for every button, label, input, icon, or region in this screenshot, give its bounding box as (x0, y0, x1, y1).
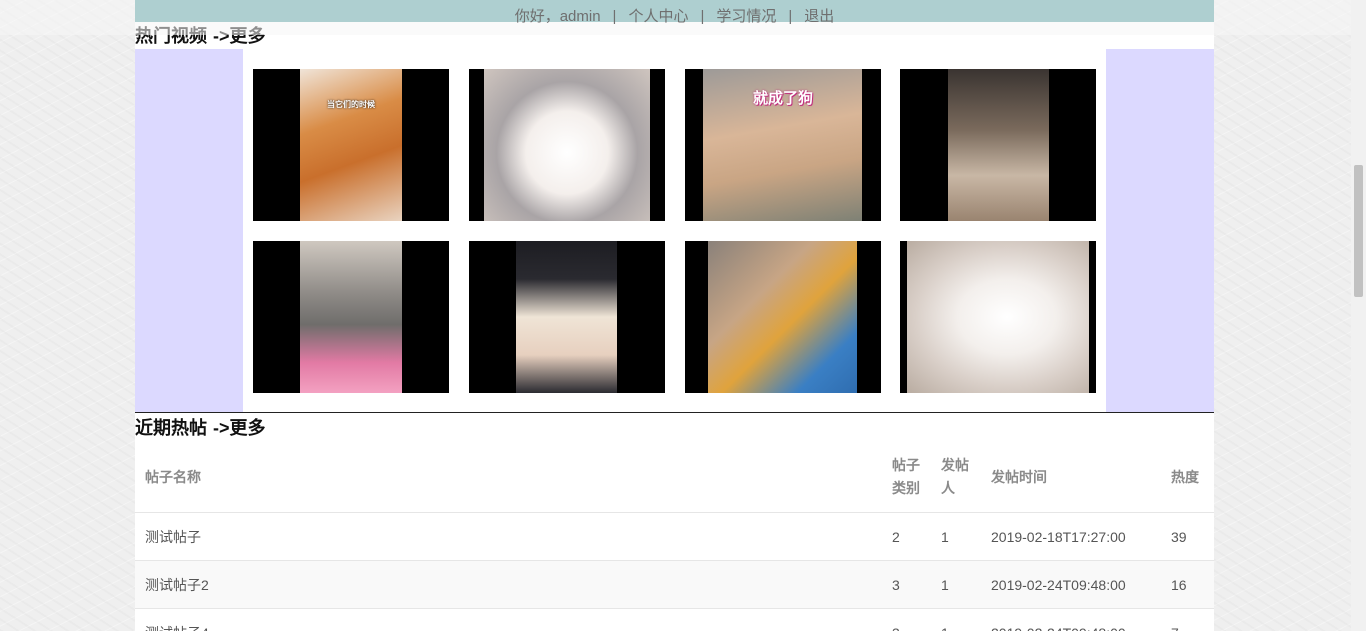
video-caption: 就成了狗 (752, 90, 813, 107)
page-container: 热门视频 ->更多 当它们的时候 就成了狗 近期热帖 ->更多 帖子名称 帖子类… (135, 0, 1214, 631)
personal-center-link[interactable]: 个人中心 (628, 6, 688, 28)
video-grid: 当它们的时候 就成了狗 (243, 49, 1106, 412)
post-name-cell[interactable]: 测试帖子2 (135, 560, 882, 609)
top-navigation-bar: 你好，admin | 个人中心 | 学习情况 | 退出 (0, 0, 1351, 35)
video-card[interactable] (469, 69, 665, 221)
nav-separator: | (612, 8, 617, 25)
post-category-cell: 3 (882, 608, 931, 631)
vertical-scrollbar[interactable] (1351, 0, 1366, 631)
video-caption: 当它们的时候 (327, 100, 375, 109)
post-time-cell: 2019-02-24T09:48:00 (981, 608, 1161, 631)
hot-videos-band: 当它们的时候 就成了狗 (135, 49, 1214, 412)
video-thumbnail (484, 69, 650, 221)
study-status-link[interactable]: 学习情况 (716, 6, 776, 28)
video-thumbnail (300, 241, 402, 393)
nav-separator: | (788, 8, 793, 25)
table-header-row: 帖子名称 帖子类别 发帖人 发帖时间 热度 (135, 442, 1214, 513)
post-heat-cell: 39 (1161, 512, 1214, 561)
post-author-cell: 1 (931, 608, 981, 631)
video-thumbnail (300, 69, 402, 221)
column-header-time: 发帖时间 (981, 442, 1161, 513)
video-thumbnail (708, 241, 857, 393)
recent-posts-table: 帖子名称 帖子类别 发帖人 发帖时间 热度 测试帖子 2 1 2019-02-1… (135, 442, 1214, 631)
post-category-cell: 2 (882, 512, 931, 561)
user-greeting: 你好，admin (514, 8, 601, 25)
recent-posts-title: 近期热帖 (135, 418, 207, 438)
video-thumbnail (516, 241, 617, 393)
nav-separator: | (700, 8, 705, 25)
post-name-cell[interactable]: 测试帖子 (135, 512, 882, 561)
table-row[interactable]: 测试帖子4 3 1 2019-02-24T09:48:00 7 (135, 608, 1214, 631)
section-divider (135, 412, 1214, 413)
table-row[interactable]: 测试帖子 2 1 2019-02-18T17:27:00 39 (135, 512, 1214, 561)
video-card[interactable] (900, 69, 1096, 221)
scrollbar-thumb[interactable] (1354, 165, 1363, 297)
video-thumbnail (948, 69, 1049, 221)
video-card[interactable]: 当它们的时候 (253, 69, 449, 221)
top-nav-links: 你好，admin | 个人中心 | 学习情况 | 退出 (135, 6, 1214, 28)
video-card[interactable] (253, 241, 449, 393)
post-name-cell[interactable]: 测试帖子4 (135, 608, 882, 631)
column-header-category: 帖子类别 (882, 442, 931, 513)
recent-posts-more-link[interactable]: ->更多 (213, 418, 266, 438)
table-row[interactable]: 测试帖子2 3 1 2019-02-24T09:48:00 16 (135, 560, 1214, 609)
video-card[interactable] (469, 241, 665, 393)
column-header-author: 发帖人 (931, 442, 981, 513)
video-card[interactable]: 就成了狗 (685, 69, 881, 221)
video-card[interactable] (900, 241, 1096, 393)
column-header-name: 帖子名称 (135, 442, 882, 513)
post-author-cell: 1 (931, 512, 981, 561)
post-category-cell: 3 (882, 560, 931, 609)
recent-posts-heading: 近期热帖 ->更多 (135, 416, 266, 440)
video-thumbnail (907, 241, 1089, 393)
column-header-heat: 热度 (1161, 442, 1214, 513)
post-time-cell: 2019-02-18T17:27:00 (981, 512, 1161, 561)
post-author-cell: 1 (931, 560, 981, 609)
post-time-cell: 2019-02-24T09:48:00 (981, 560, 1161, 609)
video-card[interactable] (685, 241, 881, 393)
post-heat-cell: 16 (1161, 560, 1214, 609)
logout-link[interactable]: 退出 (804, 6, 834, 28)
post-heat-cell: 7 (1161, 608, 1214, 631)
